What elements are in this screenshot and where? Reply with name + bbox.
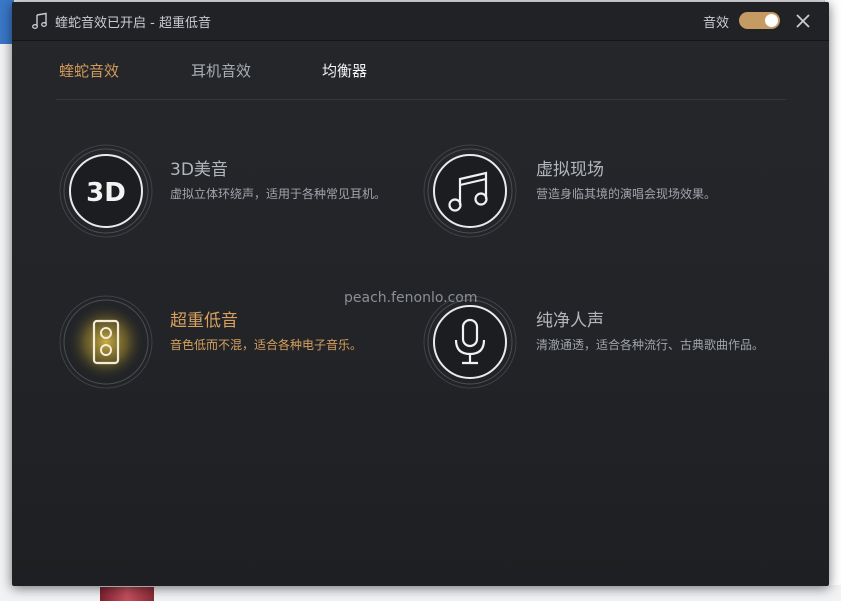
speaker-icon: [59, 295, 153, 389]
window-title: 蝰蛇音效已开启 - 超重低音: [55, 16, 211, 31]
watermark-text: peach.fenonlo.com: [344, 290, 478, 306]
music-note-icon: [423, 144, 517, 238]
effect-desc-pure-vocal: 清澈通透，适合各种流行、古典歌曲作品。: [536, 338, 765, 352]
effect-card-super-bass[interactable]: 超重低音 音色低而不混，适合各种电子音乐。: [58, 294, 398, 394]
effect-card-3d[interactable]: 3D 3D美音 虚拟立体环绕声，适用于各种常见耳机。: [58, 143, 386, 243]
tab-headphone-effects[interactable]: 耳机音效: [191, 60, 251, 81]
effect-title-virtual-live: 虚拟现场: [536, 160, 604, 180]
effect-desc-virtual-live: 营造身临其境的演唱会现场效果。: [536, 187, 717, 201]
effect-card-virtual-live[interactable]: 虚拟现场 营造身临其境的演唱会现场效果。: [422, 143, 782, 243]
effect-desc-super-bass: 音色低而不混，适合各种电子音乐。: [170, 338, 363, 352]
effect-title-pure-vocal: 纯净人声: [536, 311, 604, 331]
music-note-icon: [32, 12, 47, 29]
microphone-icon: [423, 295, 517, 389]
toggle-knob: [765, 14, 778, 27]
sound-effect-switch-label: 音效: [702, 16, 729, 31]
tab-equalizer[interactable]: 均衡器: [322, 60, 367, 81]
effect-card-pure-vocal[interactable]: 纯净人声 清澈通透，适合各种流行、古典歌曲作品。: [422, 294, 802, 394]
sound-effect-dialog: 蝰蛇音效已开启 - 超重低音 音效 蝰蛇音效 耳机音效 均衡器 3D 3D美音 …: [12, 2, 829, 586]
3d-icon-text: 3D: [86, 178, 126, 208]
effect-title-super-bass: 超重低音: [170, 311, 238, 331]
effect-title-3d: 3D美音: [170, 160, 228, 180]
close-icon[interactable]: [793, 11, 813, 31]
background-album-thumbnail: [100, 587, 154, 601]
sound-effect-toggle[interactable]: [739, 12, 780, 29]
title-bar: 蝰蛇音效已开启 - 超重低音 音效: [12, 2, 829, 41]
tab-viper-effects[interactable]: 蝰蛇音效: [59, 60, 119, 81]
tabs-divider: [56, 99, 786, 100]
3d-icon: 3D: [59, 144, 153, 238]
effect-desc-3d: 虚拟立体环绕声，适用于各种常见耳机。: [170, 187, 387, 201]
